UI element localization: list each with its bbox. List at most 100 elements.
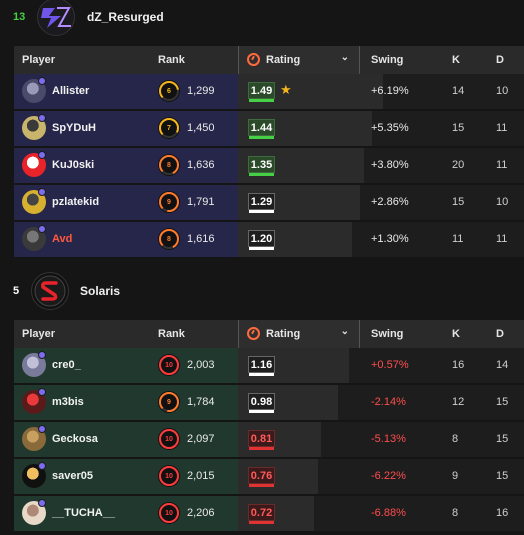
column-deaths[interactable]: D <box>496 54 504 66</box>
table-row[interactable]: pzlatekid 9 1,791 1.29 +2.86% 15 10 <box>14 185 524 220</box>
column-rating-sort[interactable]: Rating ⌄ <box>238 320 360 348</box>
skill-level-value: 8 <box>167 161 171 169</box>
player-name[interactable]: SpYDuH <box>52 122 96 134</box>
column-player[interactable]: Player <box>22 54 55 66</box>
player-cell[interactable]: SpYDuH 7 1,450 <box>14 111 238 146</box>
rating-cell: 1.49 ★ <box>238 74 383 109</box>
player-cell[interactable]: KuJ0ski 8 1,636 <box>14 148 238 183</box>
player-name[interactable]: Geckosa <box>52 433 98 445</box>
player-cell[interactable]: Avd 8 1,616 <box>14 222 238 257</box>
column-rank[interactable]: Rank <box>158 54 185 66</box>
rating-value: 0.72 <box>250 506 273 519</box>
player-cell[interactable]: pzlatekid 9 1,791 <box>14 185 238 220</box>
kills-value: 15 <box>452 122 465 134</box>
skill-level-badge: 10 <box>158 428 180 450</box>
skill-level-value: 10 <box>165 509 173 517</box>
premium-badge-icon <box>38 425 46 433</box>
table-row[interactable]: SpYDuH 7 1,450 1.44 +5.35% 15 11 <box>14 111 524 146</box>
team-logo[interactable] <box>31 272 69 310</box>
kills-value: 12 <box>452 396 465 408</box>
rating-value: 0.81 <box>250 432 273 445</box>
table-row[interactable]: m3bis 9 1,784 0.98 -2.14% 12 15 <box>14 385 524 420</box>
skill-level-value: 10 <box>165 472 173 480</box>
premium-badge-icon <box>38 499 46 507</box>
player-name[interactable]: KuJ0ski <box>52 159 94 171</box>
player-name[interactable]: cre0_ <box>52 359 81 371</box>
rating-cell: 0.98 <box>238 385 338 420</box>
skill-level-badge: 10 <box>158 502 180 524</box>
player-name[interactable]: pzlatekid <box>52 196 99 208</box>
player-cell[interactable]: Allister 6 1,299 <box>14 74 238 109</box>
skill-level-badge: 8 <box>158 228 180 250</box>
skill-level-value: 6 <box>167 87 171 95</box>
player-cell[interactable]: saver05 10 2,015 <box>14 459 238 494</box>
premium-badge-icon <box>38 151 46 159</box>
elo-value: 1,791 <box>187 196 215 208</box>
chevron-down-icon[interactable]: ⌄ <box>341 326 349 337</box>
table-row[interactable]: KuJ0ski 8 1,636 1.35 +3.80% 20 11 <box>14 148 524 183</box>
column-rank[interactable]: Rank <box>158 328 185 340</box>
rating-badge: 0.72 <box>248 504 275 524</box>
column-kills[interactable]: K <box>452 328 460 340</box>
player-cell[interactable]: Geckosa 10 2,097 <box>14 422 238 457</box>
rating-cell: 1.29 <box>238 185 360 220</box>
kills-value: 11 <box>452 233 464 245</box>
player-name[interactable]: __TUCHA__ <box>52 507 115 519</box>
rating-value: 1.49 <box>250 84 273 97</box>
column-player[interactable]: Player <box>22 328 55 340</box>
table-row[interactable]: cre0_ 10 2,003 1.16 +0.57% 16 14 <box>14 348 524 383</box>
player-name[interactable]: Avd <box>52 233 72 245</box>
kills-value: 14 <box>452 85 465 97</box>
table-row[interactable]: saver05 10 2,015 0.76 -6.22% 9 15 <box>14 459 524 494</box>
deaths-value: 10 <box>496 196 509 208</box>
team-name[interactable]: Solaris <box>80 284 120 298</box>
premium-badge-icon <box>38 388 46 396</box>
kills-value: 9 <box>452 470 459 482</box>
table-row[interactable]: Allister 6 1,299 1.49 ★ +6.19% 14 10 <box>14 74 524 109</box>
column-swing[interactable]: Swing <box>371 328 403 340</box>
skill-level-badge: 7 <box>158 117 180 139</box>
solaris-logo-icon <box>34 275 66 307</box>
player-name[interactable]: m3bis <box>52 396 84 408</box>
deaths-value: 15 <box>496 396 509 408</box>
table-row[interactable]: Geckosa 10 2,097 0.81 -5.13% 8 15 <box>14 422 524 457</box>
player-name[interactable]: saver05 <box>52 470 93 482</box>
rating-badge: 0.76 <box>248 467 275 487</box>
rating-cell: 1.20 <box>238 222 352 257</box>
elo-value: 2,206 <box>187 507 215 519</box>
skill-level-value: 10 <box>165 435 173 443</box>
swing-value: -2.14% <box>371 396 406 408</box>
team-scoreboard-2: Player Rank Rating ⌄ Swing K D cre0_ 10 <box>14 320 524 531</box>
team-logo[interactable] <box>37 0 75 36</box>
swing-value: +6.19% <box>371 85 409 97</box>
deaths-value: 11 <box>496 122 508 134</box>
skill-level-badge: 10 <box>158 465 180 487</box>
deaths-value: 15 <box>496 433 509 445</box>
team-rank: 5 <box>13 285 20 297</box>
swing-value: +1.30% <box>371 233 409 245</box>
chevron-down-icon[interactable]: ⌄ <box>341 52 349 63</box>
player-cell[interactable]: __TUCHA__ 10 2,206 <box>14 496 238 531</box>
skill-level-value: 8 <box>167 235 171 243</box>
column-rating-sort[interactable]: Rating ⌄ <box>238 46 360 74</box>
column-deaths[interactable]: D <box>496 328 504 340</box>
column-kills[interactable]: K <box>452 54 460 66</box>
rating-badge: 1.49 <box>248 82 275 102</box>
skill-level-badge: 8 <box>158 154 180 176</box>
table-header: Player Rank Rating ⌄ Swing K D <box>14 320 524 348</box>
column-swing[interactable]: Swing <box>371 54 403 66</box>
team-name[interactable]: dZ_Resurged <box>87 10 164 24</box>
player-name[interactable]: Allister <box>52 85 89 97</box>
deaths-value: 11 <box>496 233 508 245</box>
swing-value: +3.80% <box>371 159 409 171</box>
rating-value: 1.29 <box>250 195 273 208</box>
team-header-1: 13 dZ_Resurged <box>0 0 524 37</box>
rating-badge: 1.20 <box>248 230 275 250</box>
rating-badge: 1.29 <box>248 193 275 213</box>
player-cell[interactable]: cre0_ 10 2,003 <box>14 348 238 383</box>
skill-level-value: 7 <box>167 124 171 132</box>
table-row[interactable]: Avd 8 1,616 1.20 +1.30% 11 11 <box>14 222 524 257</box>
player-cell[interactable]: m3bis 9 1,784 <box>14 385 238 420</box>
table-row[interactable]: __TUCHA__ 10 2,206 0.72 -6.88% 8 16 <box>14 496 524 531</box>
rating-value: 0.76 <box>250 469 273 482</box>
